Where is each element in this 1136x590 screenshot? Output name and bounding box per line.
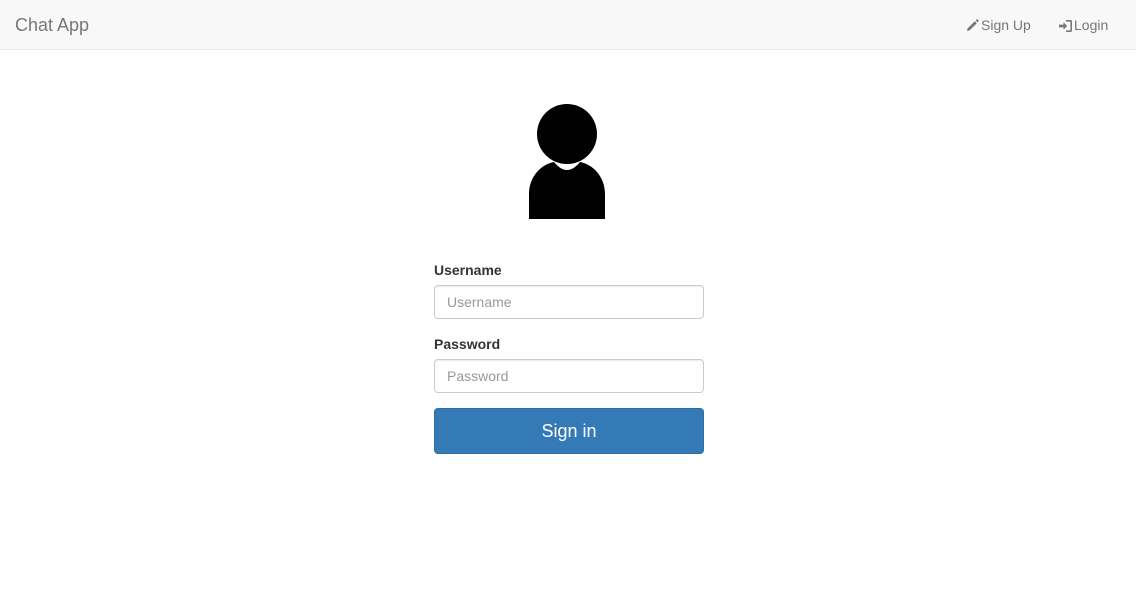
username-input[interactable] — [434, 285, 704, 319]
login-link[interactable]: Login — [1058, 15, 1108, 35]
password-label: Password — [434, 336, 501, 352]
sign-up-label: Sign Up — [981, 17, 1031, 33]
log-in-icon — [1058, 18, 1073, 32]
pencil-icon — [965, 18, 980, 32]
login-form: Username Password Sign in — [434, 262, 704, 454]
sign-in-button[interactable]: Sign in — [434, 408, 704, 454]
username-label: Username — [434, 262, 502, 278]
password-input[interactable] — [434, 359, 704, 393]
top-navbar: Chat App Sign Up Login — [0, 0, 1136, 50]
username-group: Username — [434, 262, 704, 319]
password-group: Password — [434, 336, 704, 393]
user-silhouette-icon — [528, 102, 606, 220]
login-label: Login — [1074, 17, 1109, 33]
sign-up-link[interactable]: Sign Up — [965, 15, 1031, 35]
brand-link[interactable]: Chat App — [15, 15, 89, 35]
